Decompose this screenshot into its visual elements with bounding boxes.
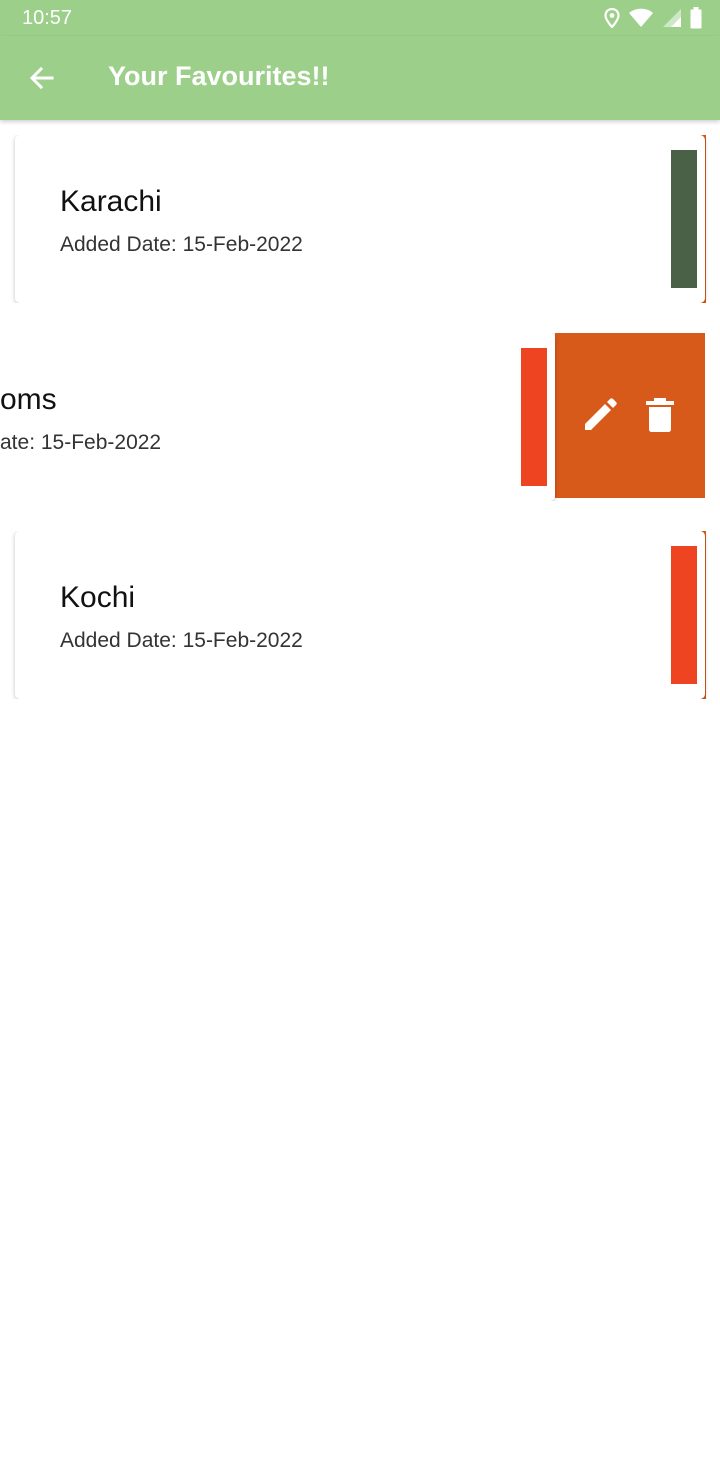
location-icon — [604, 8, 620, 28]
arrow-back-icon — [29, 66, 54, 90]
color-indicator — [671, 150, 697, 288]
signal-icon — [663, 9, 681, 27]
battery-icon — [690, 7, 702, 29]
favourite-card[interactable]: oms ate: 15-Feb-2022 — [0, 333, 555, 501]
added-date: Added Date: 15-Feb-2022 — [60, 233, 303, 256]
favourite-card[interactable]: Karachi Added Date: 15-Feb-2022 — [15, 135, 705, 303]
back-button[interactable] — [24, 60, 60, 96]
list-item[interactable]: oms ate: 15-Feb-2022 — [0, 333, 720, 501]
trash-icon — [646, 398, 674, 432]
added-date: ate: 15-Feb-2022 — [0, 431, 162, 454]
color-indicator — [521, 348, 547, 486]
list-item[interactable]: Karachi Added Date: 15-Feb-2022 — [0, 135, 720, 303]
pencil-icon — [585, 398, 617, 430]
city-name: Karachi — [60, 185, 162, 218]
favourite-card[interactable]: Kochi Added Date: 15-Feb-2022 — [15, 531, 705, 699]
edit-button[interactable] — [580, 395, 620, 435]
city-name: oms — [0, 383, 57, 416]
list-item[interactable]: Kochi Added Date: 15-Feb-2022 — [0, 531, 720, 699]
app-bar: Your Favourites!! — [0, 36, 720, 120]
status-time: 10:57 — [22, 7, 73, 29]
added-date: Added Date: 15-Feb-2022 — [60, 629, 303, 652]
city-name: Kochi — [60, 581, 136, 614]
swipe-actions-panel — [555, 333, 705, 498]
delete-button[interactable] — [640, 395, 680, 435]
color-indicator — [671, 546, 697, 684]
status-icons — [604, 6, 702, 30]
status-bar: 10:57 — [0, 0, 720, 36]
page-title: Your Favourites!! — [108, 61, 330, 91]
wifi-icon — [629, 8, 653, 27]
